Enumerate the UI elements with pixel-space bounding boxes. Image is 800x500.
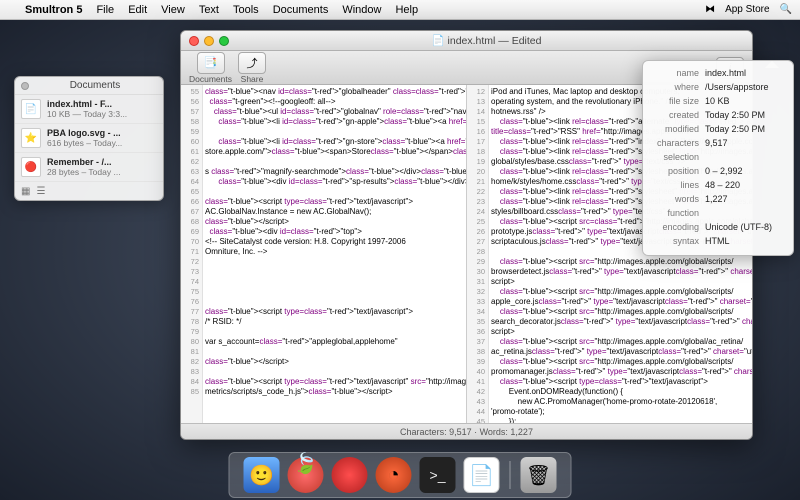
file-icon: 📄 [21,99,41,119]
menu-help[interactable]: Help [388,4,425,16]
list-icon[interactable]: ☰ [36,186,45,197]
info-chars-value: 9,517 [705,137,785,149]
menu-text[interactable]: Text [192,4,226,16]
info-where-value: /Users/appstore [705,81,785,93]
documents-button[interactable]: 📑 [197,52,225,74]
clock-dock-icon[interactable]: ◔ [376,457,412,493]
doc-name: PBA logo.svg - ... [47,128,122,138]
spotlight-icon[interactable]: 🔍 [780,4,792,15]
file-icon: 🔴 [21,157,41,177]
doc-row-pba[interactable]: ⭐ PBA logo.svg - ... 616 bytes – Today..… [15,124,163,153]
info-name-key: name [651,67,705,79]
left-code-pane[interactable]: ••• 555657585960616263646566676869707172… [181,85,467,423]
palette-title: Documents [33,80,157,91]
smultron-dock-icon[interactable]: 🍃 [288,457,324,493]
info-modified-value: Today 2:50 PM [705,123,785,135]
menu-view[interactable]: View [154,4,192,16]
system-dock: 🙂 🍃 ◔ >_ 📄 🗑 [229,452,572,498]
zoom-window-button[interactable] [219,36,229,46]
info-created-key: created [651,109,705,121]
menu-tools[interactable]: Tools [226,4,266,16]
info-words-key: words [651,193,705,205]
info-enc-value: Unicode (UTF-8) [705,221,785,233]
terminal-dock-icon[interactable]: >_ [420,457,456,493]
info-sel-value [705,151,785,163]
info-enc-key: encoding [651,221,705,233]
doc-name: Remember - /... [47,157,121,167]
info-size-key: file size [651,95,705,107]
palette-footer: ▦ ☰ [15,182,163,200]
finder-dock-icon[interactable]: 🙂 [244,457,280,493]
info-modified-key: modified [651,123,705,135]
doc-row-index[interactable]: 📄 index.html - F... 10 KB — Today 3:3... [15,95,163,124]
documents-label: Documents [189,74,232,84]
close-window-button[interactable] [189,36,199,46]
window-titlebar[interactable]: 📄 index.html — Edited [181,31,752,51]
document-dock-icon[interactable]: 📄 [464,457,500,493]
palette-titlebar[interactable]: Documents [15,77,163,95]
doc-sub: 28 bytes – Today ... [47,167,121,177]
window-title: 📄 index.html — Edited [229,34,744,47]
doc-sub: 10 KB — Today 3:3... [47,109,127,119]
file-info-popover: nameindex.html where/Users/appstore file… [642,60,794,256]
app-store-menu[interactable]: App Store [725,4,769,15]
info-words-value: 1,227 [705,193,785,205]
palette-close-icon[interactable] [21,82,29,90]
info-func-value [705,207,785,219]
menu-file[interactable]: File [89,4,121,16]
info-lines-value: 48 – 220 [705,179,785,191]
info-chars-key: characters [651,137,705,149]
info-func-key: function [651,207,705,219]
status-bar: Characters: 9,517 · Words: 1,227 [181,423,752,439]
menu-edit[interactable]: Edit [121,4,154,16]
minimize-window-button[interactable] [204,36,214,46]
wifi-icon[interactable]: ⧓ [705,4,715,15]
trash-dock-icon[interactable]: 🗑 [521,457,557,493]
doc-name: index.html - F... [47,99,127,109]
pomodoro-dock-icon[interactable] [332,457,368,493]
app-menu[interactable]: Smultron 5 [18,4,89,16]
info-pos-key: position [651,165,705,177]
info-created-value: Today 2:50 PM [705,109,785,121]
info-lines-key: lines [651,179,705,191]
info-syntax-key: syntax [651,235,705,247]
menu-window[interactable]: Window [335,4,388,16]
info-size-value: 10 KB [705,95,785,107]
file-icon: ⭐ [21,128,41,148]
share-button[interactable]: ⤴ [238,52,266,74]
info-syntax-value: HTML [705,235,785,247]
documents-palette: Documents 📄 index.html - F... 10 KB — To… [14,76,164,201]
system-menubar: Smultron 5 File Edit View Text Tools Doc… [0,0,800,20]
info-where-key: where [651,81,705,93]
grid-icon[interactable]: ▦ [21,186,30,197]
info-sel-key: selection [651,151,705,163]
menu-documents[interactable]: Documents [266,4,336,16]
info-name-value: index.html [705,67,785,79]
doc-sub: 616 bytes – Today... [47,138,122,148]
info-pos-value: 0 – 2,992 [705,165,785,177]
doc-row-remember[interactable]: 🔴 Remember - /... 28 bytes – Today ... [15,153,163,182]
share-label: Share [241,74,264,84]
